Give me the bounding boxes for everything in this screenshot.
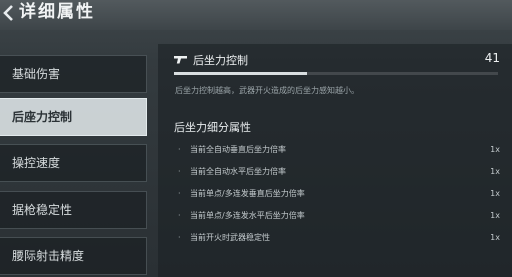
subattribute-row: · 当前开火时武器稳定性 1x: [174, 229, 502, 247]
bullet-marker: ·: [178, 145, 181, 154]
subattribute-row: · 当前单点/多连发水平后坐力倍率 1x: [174, 207, 502, 225]
sidebar-item-handling-speed[interactable]: 操控速度: [0, 144, 147, 182]
subattribute-row: · 当前全自动垂直后坐力倍率 1x: [174, 141, 502, 159]
sidebar-item-aim-stability[interactable]: 据枪稳定性: [0, 191, 147, 229]
stat-progress-bar: [174, 72, 498, 75]
subattribute-multiplier: 1x: [490, 167, 500, 176]
sidebar-item-recoil-control[interactable]: 后座力控制: [0, 98, 147, 136]
sidebar-item-base-damage[interactable]: 基础伤害: [0, 55, 147, 93]
page-title: 详细属性: [19, 2, 95, 22]
subattribute-name: 当前开火时武器稳定性: [190, 233, 270, 242]
subattribute-row: · 当前全自动水平后坐力倍率 1x: [174, 163, 502, 181]
stat-name: 后坐力控制: [193, 54, 248, 67]
bullet-marker: ·: [178, 233, 181, 242]
back-arrow-icon[interactable]: [0, 3, 16, 23]
sidebar-item-label: 基础伤害: [12, 67, 61, 81]
subattribute-multiplier: 1x: [490, 145, 500, 154]
bullet-marker: ·: [178, 189, 181, 198]
pistol-icon: [174, 56, 187, 64]
detail-panel: 后坐力控制 41 后坐力控制越高，武器开火造成的后坐力感知越小。 后坐力细分属性…: [158, 44, 512, 277]
subattribute-name: 当前全自动垂直后坐力倍率: [190, 145, 286, 154]
subattribute-name: 当前单点/多连发垂直后坐力倍率: [190, 189, 305, 198]
subattribute-multiplier: 1x: [490, 233, 500, 242]
stat-value: 41: [484, 51, 500, 65]
header-bar: 详细属性: [0, 0, 512, 30]
subattributes-heading: 后坐力细分属性: [174, 121, 251, 134]
subattribute-name: 当前单点/多连发水平后坐力倍率: [190, 211, 305, 220]
sidebar-item-hipfire-accuracy[interactable]: 腰际射击精度: [0, 237, 147, 275]
sidebar-item-label: 操控速度: [12, 156, 61, 170]
bullet-marker: ·: [178, 211, 181, 220]
sidebar-item-label: 据枪稳定性: [12, 203, 73, 217]
stat-progress-fill: [174, 72, 307, 75]
subattribute-multiplier: 1x: [490, 189, 500, 198]
stat-description: 后坐力控制越高，武器开火造成的后坐力感知越小。: [175, 86, 359, 95]
bullet-marker: ·: [178, 167, 181, 176]
subattribute-multiplier: 1x: [490, 211, 500, 220]
sidebar-item-label: 后座力控制: [12, 110, 73, 124]
subattribute-name: 当前全自动水平后坐力倍率: [190, 167, 286, 176]
sidebar-item-label: 腰际射击精度: [12, 249, 85, 263]
subattribute-row: · 当前单点/多连发垂直后坐力倍率 1x: [174, 185, 502, 203]
